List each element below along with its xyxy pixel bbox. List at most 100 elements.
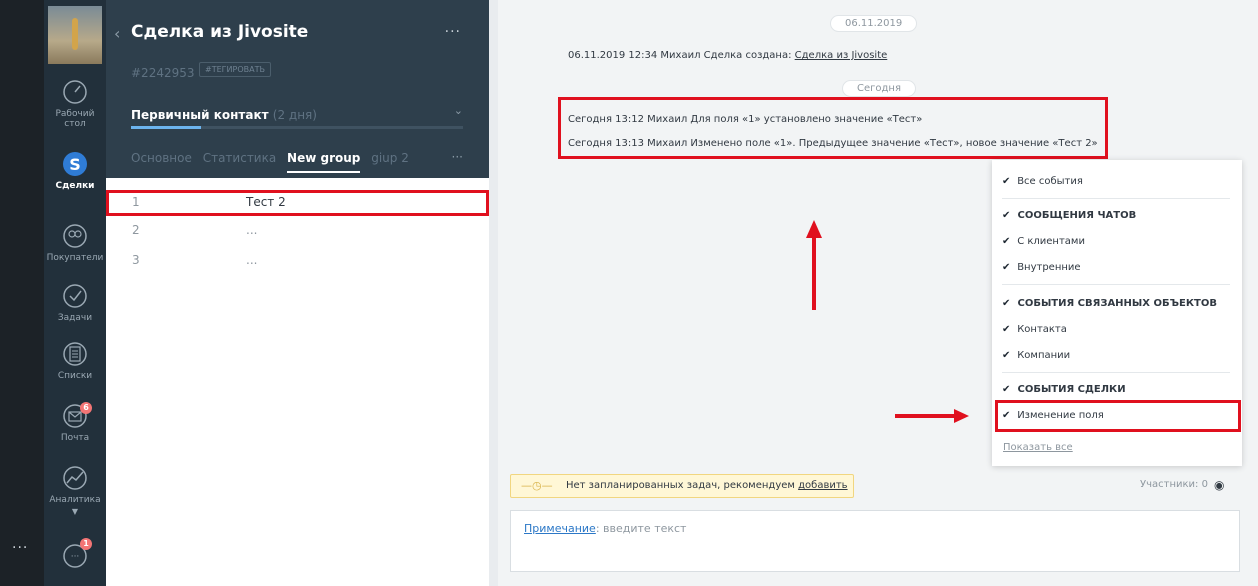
annotation-arrowhead-up <box>806 220 822 238</box>
left-strip: ··· <box>0 0 44 586</box>
analytics-icon <box>63 466 87 490</box>
filter-deal-field-change[interactable]: ✔ Изменение поля <box>1002 410 1104 421</box>
eye-icon[interactable]: ◉ <box>1214 478 1224 492</box>
field-row-1[interactable]: 1 Тест 2 <box>106 190 489 216</box>
nav-item-mail[interactable]: 6 Почта <box>44 402 106 443</box>
tabs-more-icon[interactable]: ··· <box>452 150 463 164</box>
nav-item-tasks[interactable]: Задачи <box>44 282 106 323</box>
check-icon: ✔ <box>1002 236 1011 247</box>
add-task-link[interactable]: добавить <box>798 480 847 491</box>
filter-label: Компании <box>1017 350 1071 361</box>
divider <box>1002 372 1230 373</box>
mail-badge: 6 <box>80 402 92 414</box>
filter-label: СОБЫТИЯ СДЕЛКИ <box>1017 384 1126 395</box>
stage-progress-fill <box>131 126 201 129</box>
today-pill: Сегодня <box>842 80 916 97</box>
field-value[interactable]: Тест 2 <box>246 195 286 209</box>
back-icon[interactable]: ‹ <box>114 24 120 43</box>
field-key: 3 <box>132 253 140 267</box>
stage-duration: (2 дня) <box>272 108 317 122</box>
clock-icon: —◷— <box>521 479 553 492</box>
tab-main[interactable]: Основное <box>131 151 192 165</box>
deal-title[interactable]: Сделка из Jivosite <box>131 22 308 42</box>
events-highlight <box>558 97 1108 159</box>
check-icon: ✔ <box>1002 410 1011 421</box>
main-nav: Рабочий стол S Сделки Покупатели Задачи <box>44 0 106 586</box>
check-icon: ✔ <box>1002 262 1011 273</box>
check-icon: ✔ <box>1002 176 1011 187</box>
check-icon: ✔ <box>1002 210 1011 221</box>
more-menu-icon[interactable]: ··· <box>12 540 28 556</box>
chevron-down-icon[interactable]: ▼ <box>44 507 106 516</box>
avatar[interactable] <box>48 6 102 64</box>
nav-item-deals[interactable]: S Сделки <box>44 150 106 191</box>
date-pill: 06.11.2019 <box>830 15 918 32</box>
check-icon: ✔ <box>1002 324 1011 335</box>
nav-label: Задачи <box>57 313 93 323</box>
lists-icon <box>63 342 87 366</box>
field-key: 1 <box>132 195 140 209</box>
filter-chats-clients[interactable]: ✔ С клиентами <box>1002 236 1085 247</box>
filter-label: Все события <box>1017 176 1083 187</box>
field-value[interactable]: ... <box>246 253 257 267</box>
filter-label: Контакта <box>1017 324 1067 335</box>
filter-label: СООБЩЕНИЯ ЧАТОВ <box>1017 210 1137 221</box>
note-type-link[interactable]: Примечание <box>524 522 596 535</box>
svg-text:···: ··· <box>71 552 80 562</box>
note-input[interactable]: Примечание: введите текст <box>510 510 1240 572</box>
field-row-3[interactable]: 3 ... <box>106 248 489 274</box>
chat-badge: 1 <box>80 538 92 550</box>
nav-item-customers[interactable]: Покупатели <box>44 222 106 263</box>
deal-link[interactable]: Сделка из Jivosite <box>795 50 888 61</box>
nav-label: Списки <box>57 371 93 381</box>
deal-card-header: ‹ Сделка из Jivosite ··· #2242953 #ТЕГИР… <box>106 0 489 178</box>
nav-item-lists[interactable]: Списки <box>44 340 106 381</box>
filter-chats-internal[interactable]: ✔ Внутренние <box>1002 262 1081 273</box>
panel-divider <box>489 0 498 586</box>
nav-item-chats[interactable]: ··· 1 <box>44 538 106 573</box>
divider <box>1002 198 1230 199</box>
pipeline-stage[interactable]: Первичный контакт (2 дня) <box>131 108 317 122</box>
divider <box>1002 284 1230 285</box>
deals-dollar-icon: S <box>63 152 87 176</box>
filter-label: СОБЫТИЯ СВЯЗАННЫХ ОБЪЕКТОВ <box>1017 298 1217 309</box>
event-field-set: Сегодня 13:12 Михаил Для поля «1» устано… <box>568 114 923 125</box>
filter-chats-header[interactable]: ✔ СООБЩЕНИЯ ЧАТОВ <box>1002 210 1136 221</box>
task-notice: —◷— Нет запланированных задач, рекоменду… <box>510 474 854 498</box>
filter-linked-header[interactable]: ✔ СОБЫТИЯ СВЯЗАННЫХ ОБЪЕКТОВ <box>1002 298 1217 309</box>
participants-count[interactable]: Участники: 0 <box>1140 479 1208 490</box>
filter-all-events[interactable]: ✔ Все события <box>1002 176 1083 187</box>
event-deal-created: 06.11.2019 12:34 Михаил Сделка создана: … <box>568 50 887 61</box>
tab-new-group[interactable]: New group <box>287 151 361 173</box>
nav-label: Рабочий стол <box>55 109 95 129</box>
svg-text:S: S <box>69 155 81 174</box>
event-text: 06.11.2019 12:34 Михаил Сделка создана: <box>568 50 795 61</box>
tasks-check-icon <box>63 284 87 308</box>
check-icon: ✔ <box>1002 350 1011 361</box>
nav-label: Почта <box>60 433 90 443</box>
tab-statistics[interactable]: Статистика <box>203 151 277 165</box>
field-value[interactable]: ... <box>246 223 257 237</box>
filter-linked-company[interactable]: ✔ Компании <box>1002 350 1070 361</box>
stage-chevron-icon[interactable]: ⌄ <box>454 104 463 117</box>
nav-item-analytics[interactable]: Аналитика ▼ <box>44 464 106 516</box>
customers-icon <box>63 224 87 248</box>
dashboard-icon <box>63 80 87 104</box>
field-row-2[interactable]: 2 ... <box>106 218 489 244</box>
note-placeholder: Примечание: введите текст <box>524 522 686 535</box>
show-all-link[interactable]: Показать все <box>1003 442 1073 453</box>
tab-giup-2[interactable]: giup 2 <box>371 151 409 165</box>
annotation-arrow-right <box>895 414 957 418</box>
filter-linked-contact[interactable]: ✔ Контакта <box>1002 324 1067 335</box>
filter-deal-header[interactable]: ✔ СОБЫТИЯ СДЕЛКИ <box>1002 384 1126 395</box>
nav-label: Покупатели <box>46 253 104 263</box>
stage-name: Первичный контакт <box>131 108 269 122</box>
event-filter-dropdown: ✔ Все события ✔ СООБЩЕНИЯ ЧАТОВ ✔ С клие… <box>992 160 1242 466</box>
card-more-icon[interactable]: ··· <box>445 24 461 40</box>
nav-item-dashboard[interactable]: Рабочий стол <box>44 78 106 129</box>
card-tabs: Основное Статистика New group giup 2 <box>131 151 416 173</box>
annotation-arrowhead-right <box>954 409 969 423</box>
filter-label: С клиентами <box>1017 236 1085 247</box>
tag-button[interactable]: #ТЕГИРОВАТЬ <box>199 62 271 77</box>
filter-label: Изменение поля <box>1017 410 1104 421</box>
